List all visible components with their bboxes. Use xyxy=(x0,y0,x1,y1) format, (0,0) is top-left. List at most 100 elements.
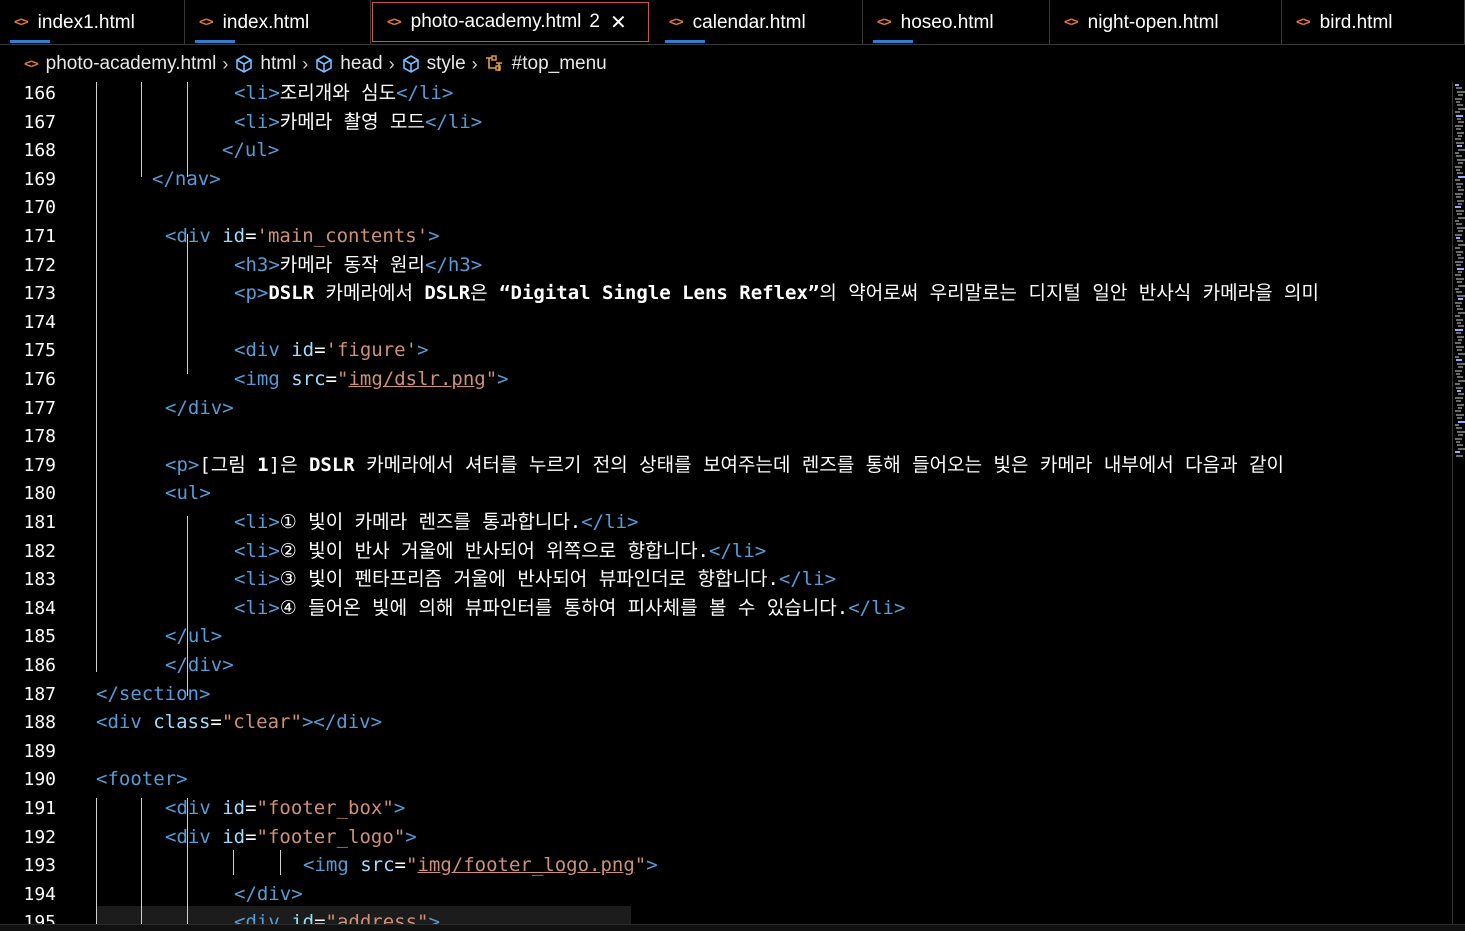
minimap-line xyxy=(1457,254,1461,256)
minimap-line xyxy=(1455,288,1459,290)
tab-bird-html[interactable]: <> bird.html xyxy=(1282,0,1465,45)
minimap-line xyxy=(1457,417,1462,420)
bold-text: DSLR xyxy=(308,453,355,476)
html-tag: </li> xyxy=(709,539,767,562)
html-tag: ></div> xyxy=(301,711,383,734)
text: 카메라에서 셔터를 누르기 전의 상태를 보여주는데 렌즈를 통해 들어오는 빛… xyxy=(354,453,1285,476)
text: ④ 들어온 빛에 의해 뷰파인터를 통하여 피사체를 볼 수 있습니다. xyxy=(279,596,849,619)
code-line[interactable]: <img src="img/footer_logo.png"> xyxy=(303,855,658,875)
code-line[interactable]: <li>④ 들어온 빛에 의해 뷰파인터를 통하여 피사체를 볼 수 있습니다.… xyxy=(234,598,905,618)
code-line[interactable]: <div class="clear"></div> xyxy=(96,712,382,732)
string-value: 'figure' xyxy=(325,339,418,362)
minimap-line xyxy=(1457,158,1465,161)
code-line[interactable]: <li>카메라 촬영 모드</li> xyxy=(234,112,482,132)
minimap-line xyxy=(1456,277,1464,280)
code-line[interactable]: <li>③ 빛이 펜타프리즘 거울에 반사되어 뷰파인더로 향합니다.</li> xyxy=(234,569,836,589)
tab-photo-academy-html[interactable]: <> photo-academy.html 2 ✕ xyxy=(372,2,649,42)
code-line[interactable]: <footer> xyxy=(96,769,188,789)
minimap-line xyxy=(1456,318,1463,321)
code-line[interactable]: <li>② 빛이 반사 거울에 반사되어 위쪽으로 향합니다.</li> xyxy=(234,541,766,561)
code-line[interactable]: <div id="footer_logo"> xyxy=(165,827,417,847)
string-value: "clear" xyxy=(221,711,302,734)
breadcrumb-html[interactable]: html xyxy=(234,53,296,75)
html-tag: > xyxy=(646,854,658,877)
code-line[interactable]: </ul> xyxy=(165,626,222,646)
text: = xyxy=(325,368,337,390)
tab-hoseo-html[interactable]: <> hoseo.html xyxy=(863,0,1050,45)
code-line[interactable]: <li>조리개와 심도</li> xyxy=(234,83,453,103)
breadcrumb-selector[interactable]: #top_menu xyxy=(484,53,607,75)
string-value: " xyxy=(485,368,498,390)
tab-label: index1.html xyxy=(37,11,135,33)
code-line[interactable]: <p>DSLR 카메라에서 DSLR은 “Digital Single Lens… xyxy=(234,283,1319,303)
code-line[interactable]: </div> xyxy=(165,655,234,675)
minimap-line xyxy=(1458,94,1463,97)
text: = xyxy=(245,825,257,848)
code-line[interactable]: <ul> xyxy=(165,483,211,503)
code-line[interactable]: <li>① 빛이 카메라 렌즈를 통과합니다.</li> xyxy=(234,512,638,532)
minimap-line xyxy=(1458,447,1465,450)
code-line[interactable]: <p>[그림 1]은 DSLR 카메라에서 셔터를 누르기 전의 상태를 보여주… xyxy=(165,455,1284,475)
code-line[interactable]: </ul> xyxy=(222,140,279,160)
minimap-line xyxy=(1457,226,1465,229)
minimap-line xyxy=(1458,135,1462,137)
breadcrumb-head[interactable]: head xyxy=(314,53,383,75)
tab-calendar-html[interactable]: <> calendar.html xyxy=(655,0,863,45)
text: 카메라 동작 원리 xyxy=(279,253,426,276)
minimap-line xyxy=(1456,128,1461,131)
minimap-line xyxy=(1456,264,1461,267)
minimap-line xyxy=(1456,359,1462,362)
minimap-line xyxy=(1455,342,1461,345)
minimap-line xyxy=(1457,294,1465,297)
attribute-name: id xyxy=(222,825,246,848)
code-line[interactable]: </div> xyxy=(234,884,303,904)
minimap-line xyxy=(1457,90,1465,93)
breadcrumb-file[interactable]: <> photo-academy.html xyxy=(24,53,216,75)
code-line[interactable]: <div id='figure'> xyxy=(234,340,429,360)
minimap-line xyxy=(1457,186,1461,188)
html-tag: <li> xyxy=(234,110,280,133)
code-line[interactable]: <h3>카메라 동작 원리</h3> xyxy=(234,255,482,275)
code-area[interactable]: <li>조리개와 심도</li> <li>카메라 촬영 모드</li> </ul> <… xyxy=(0,82,1452,931)
tab-index-html[interactable]: <> index.html xyxy=(185,0,371,45)
code-editor[interactable]: 166 167 168 169 170 171 172 173 174 175 176 177 178 1… xyxy=(0,82,1465,931)
html-tag: <h3> xyxy=(234,253,280,276)
breadcrumb-html-label: html xyxy=(260,53,297,74)
minimap-line xyxy=(1457,281,1462,284)
minimap-line xyxy=(1456,373,1460,375)
horizontal-scrollbar[interactable] xyxy=(0,924,1465,931)
text: = xyxy=(245,797,257,819)
minimap-line xyxy=(1458,203,1462,205)
minimap-line xyxy=(1457,213,1462,216)
close-icon[interactable]: ✕ xyxy=(610,10,627,35)
minimap-line xyxy=(1455,124,1463,127)
minimap-line xyxy=(1457,199,1464,202)
tab-index1-html[interactable]: <> index1.html xyxy=(0,0,185,45)
code-line[interactable]: <img src="img/dslr.png"> xyxy=(234,369,509,389)
code-line[interactable]: </section> xyxy=(96,684,210,704)
code-line[interactable]: <div id="footer_box"> xyxy=(165,798,405,818)
bold-text: “Digital Single Lens Reflex” xyxy=(499,282,820,305)
minimap-line xyxy=(1458,393,1464,396)
html-tag: > xyxy=(405,825,417,848)
minimap-line xyxy=(1455,424,1459,426)
tab-label: calendar.html xyxy=(692,11,806,33)
minimap-line xyxy=(1456,291,1462,294)
chevron-right-icon: › xyxy=(222,53,229,74)
minimap-line xyxy=(1457,444,1463,447)
minimap-line xyxy=(1457,267,1464,270)
tab-night-open-html[interactable]: <> night-open.html xyxy=(1050,0,1282,45)
minimap-line xyxy=(1456,223,1462,226)
code-line[interactable]: <div id='main_contents'> xyxy=(165,226,440,246)
scrollbar-minimap[interactable] xyxy=(1452,82,1465,931)
minimap-line xyxy=(1458,339,1462,341)
html-tag: <div xyxy=(165,825,223,848)
minimap-line xyxy=(1458,434,1463,437)
text: = xyxy=(314,339,326,362)
minimap-line xyxy=(1456,237,1460,239)
breadcrumb-style[interactable]: style xyxy=(401,53,466,75)
html-tag: <ul> xyxy=(165,482,211,505)
minimap-line xyxy=(1458,366,1463,369)
code-line[interactable]: </div> xyxy=(165,398,234,418)
code-line[interactable]: </nav> xyxy=(152,169,221,189)
